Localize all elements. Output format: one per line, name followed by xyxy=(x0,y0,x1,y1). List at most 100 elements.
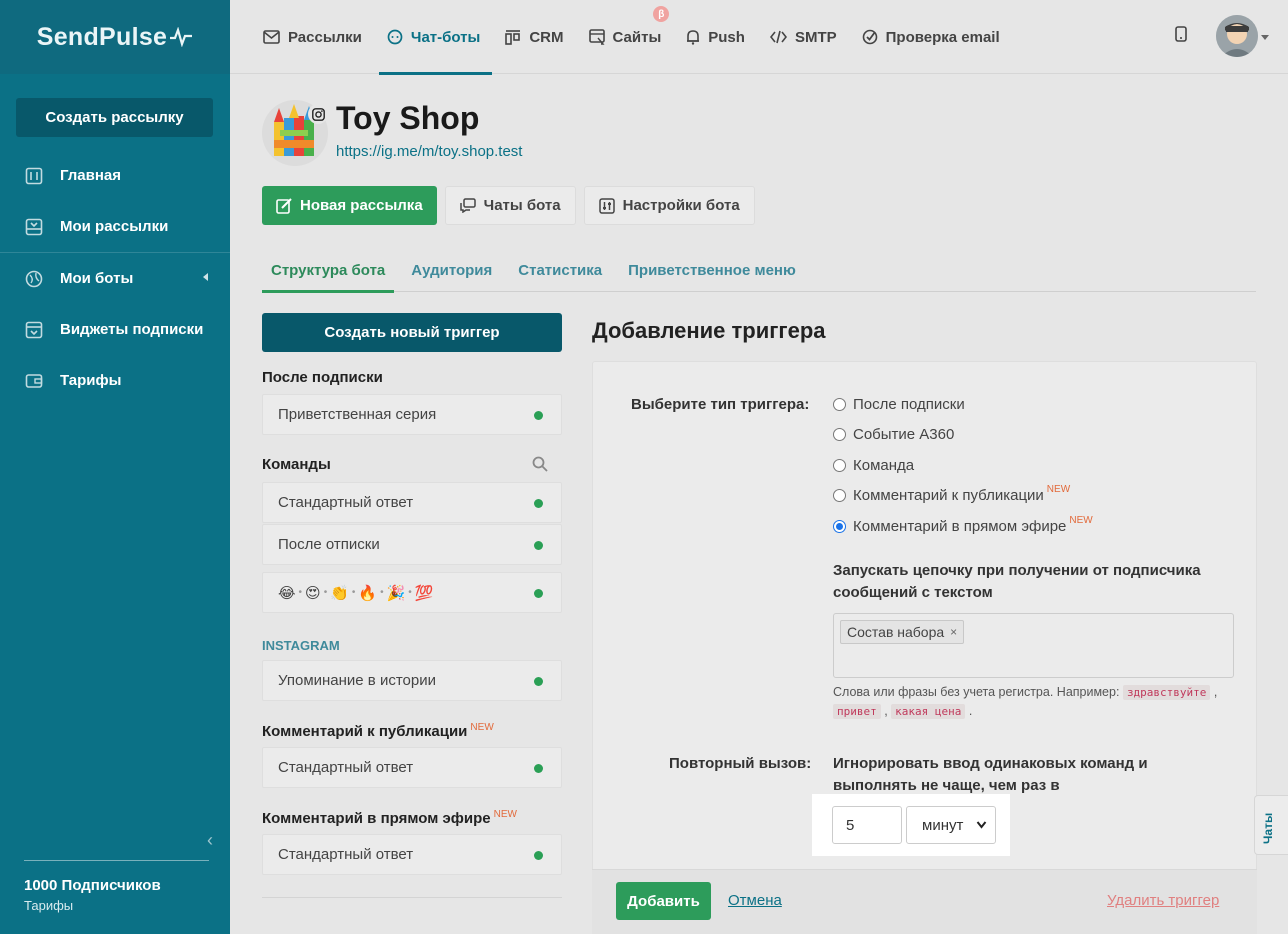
sidebar-item-label: Виджеты подписки xyxy=(60,321,204,338)
topnav-smtp[interactable]: SMTP xyxy=(769,0,837,74)
topnav-sites[interactable]: Сайты β xyxy=(588,0,670,74)
example-keyword: какая цена xyxy=(891,704,966,719)
trigger-card[interactable]: Стандартный ответ xyxy=(262,482,562,523)
bot-chats-button[interactable]: Чаты бота xyxy=(444,186,576,225)
widget-icon xyxy=(24,320,44,340)
emoji: 💯 xyxy=(414,584,434,602)
topnav-chatbots[interactable]: Чат-боты xyxy=(378,0,493,75)
trigger-label: Стандартный ответ xyxy=(278,494,414,511)
button-label: Новая рассылка xyxy=(300,197,423,214)
trigger-label: Стандартный ответ xyxy=(278,759,414,776)
radio-button[interactable] xyxy=(833,459,846,472)
delete-trigger-link[interactable]: Удалить триггер xyxy=(1107,892,1219,909)
avatar[interactable] xyxy=(1216,15,1258,57)
separator: • xyxy=(298,587,303,598)
status-dot xyxy=(534,541,543,550)
tab-structure[interactable]: Структура бота xyxy=(262,248,395,293)
keywords-hint: Слова или фразы без учета регистра. Напр… xyxy=(833,685,1218,719)
sidebar-item-label: Главная xyxy=(60,167,122,184)
bot-link[interactable]: https://ig.me/m/toy.shop.test xyxy=(336,143,522,160)
trigger-card[interactable]: Стандартный ответ xyxy=(262,834,562,875)
select-value: минут xyxy=(922,816,964,834)
topnav-crm[interactable]: CRM xyxy=(505,0,564,74)
chevron-down-icon[interactable] xyxy=(1261,35,1269,40)
chats-side-tab[interactable]: Чаты xyxy=(1254,795,1288,855)
group-title-text: Комментарий в прямом эфире xyxy=(262,810,491,827)
button-label: Чаты бота xyxy=(483,197,561,214)
topnav-mailings[interactable]: Рассылки xyxy=(263,0,362,74)
new-mailing-button[interactable]: Новая рассылка xyxy=(262,186,437,225)
radio-post-comment[interactable]: Комментарий к публикации NEW xyxy=(833,484,1070,504)
trigger-card[interactable]: Упоминание в истории xyxy=(262,660,562,701)
hint-text: Слова или фразы без учета регистра. Напр… xyxy=(833,685,1120,699)
globe-icon xyxy=(24,269,44,289)
crm-icon xyxy=(505,29,521,45)
trigger-card[interactable]: Приветственная серия xyxy=(262,394,562,435)
pulse-icon xyxy=(170,27,193,47)
repeat-unit-select[interactable]: минут xyxy=(906,806,996,844)
trigger-label: Стандартный ответ xyxy=(278,846,414,863)
create-trigger-button[interactable]: Создать новый триггер xyxy=(262,313,562,352)
bell-icon xyxy=(687,30,700,45)
button-label: Настройки бота xyxy=(622,197,740,214)
topnav-push[interactable]: Push xyxy=(686,0,745,74)
radio-button[interactable] xyxy=(833,489,846,502)
topnav-label: SMTP xyxy=(794,28,837,46)
bot-settings-button[interactable]: Настройки бота xyxy=(583,186,755,225)
status-dot xyxy=(534,851,543,860)
sidebar-item-bots[interactable]: Мои боты xyxy=(0,253,230,304)
keyword-tag[interactable]: Состав набора × xyxy=(840,620,965,644)
subscribers-count: 1000 Подписчиков xyxy=(24,877,161,894)
edit-icon xyxy=(276,197,292,214)
sidebar-footer: 1000 Подписчиков Тарифы xyxy=(24,860,209,913)
collapse-sidebar-icon[interactable]: ‹ xyxy=(207,830,213,851)
radio-command[interactable]: Команда xyxy=(833,457,914,474)
beta-badge: β xyxy=(653,6,670,22)
sidebar-item-label: Мои боты xyxy=(60,270,134,287)
keywords-input[interactable]: Состав набора × xyxy=(833,613,1234,678)
example-keyword: здравствуйте xyxy=(1122,685,1211,700)
tab-statistics[interactable]: Статистика xyxy=(509,248,611,292)
sendpulse-logo[interactable]: SendPulse xyxy=(0,0,230,74)
status-dot xyxy=(534,411,543,420)
repeat-interval-input[interactable]: 5 xyxy=(832,806,902,844)
phone-icon[interactable] xyxy=(1175,26,1187,42)
separator: • xyxy=(351,587,356,598)
topnav-email-check[interactable]: Проверка email xyxy=(862,0,1000,74)
radio-button-checked[interactable] xyxy=(833,520,846,533)
radio-button[interactable] xyxy=(833,428,846,441)
radio-label: Комментарий в прямом эфире xyxy=(853,518,1067,535)
cancel-link[interactable]: Отмена xyxy=(728,892,782,909)
trigger-card[interactable]: После отписки xyxy=(262,524,562,565)
remove-tag-icon[interactable]: × xyxy=(950,625,957,639)
status-dot xyxy=(534,677,543,686)
top-bar: Рассылки Чат-боты CRM Сайты β Push SMTP … xyxy=(230,0,1288,75)
trigger-card[interactable]: 😂 • 😍 • 👏 • 🔥 • 🎉 • 💯 xyxy=(262,572,562,613)
top-nav: Рассылки Чат-боты CRM Сайты β Push SMTP … xyxy=(263,0,1025,75)
create-mailing-button[interactable]: Создать рассылку xyxy=(16,98,213,137)
chevron-left-icon[interactable] xyxy=(203,273,208,281)
bot-title: Toy Shop xyxy=(336,100,480,136)
radio-after-subscribe[interactable]: После подписки xyxy=(833,396,965,413)
bot-actions: Новая рассылка Чаты бота Настройки бота xyxy=(262,186,763,225)
new-badge: NEW xyxy=(493,809,517,820)
emoji: 🎉 xyxy=(386,584,406,602)
sidebar-item-widgets[interactable]: Виджеты подписки xyxy=(0,304,230,355)
trigger-card[interactable]: Стандартный ответ xyxy=(262,747,562,788)
radio-a360-event[interactable]: Событие A360 xyxy=(833,426,954,443)
sidebar-item-tariffs[interactable]: Тарифы xyxy=(0,355,230,406)
tab-welcome-menu[interactable]: Приветственное меню xyxy=(619,248,805,292)
divider xyxy=(262,897,562,898)
radio-live-comment[interactable]: Комментарий в прямом эфире NEW xyxy=(833,515,1093,535)
sidebar-item-mailings[interactable]: Мои рассылки xyxy=(0,201,230,252)
add-trigger-button[interactable]: Добавить xyxy=(616,882,711,920)
radio-button[interactable] xyxy=(833,398,846,411)
sidebar-item-home[interactable]: Главная xyxy=(0,150,230,201)
radio-label: Событие A360 xyxy=(853,426,955,443)
group-title-instagram: INSTAGRAM xyxy=(262,638,340,653)
user-avatar-icon xyxy=(1216,15,1258,57)
search-icon[interactable] xyxy=(532,456,548,472)
tab-audience[interactable]: Аудитория xyxy=(402,248,501,292)
tariffs-link[interactable]: Тарифы xyxy=(24,898,209,913)
group-title: Команды xyxy=(262,456,331,473)
